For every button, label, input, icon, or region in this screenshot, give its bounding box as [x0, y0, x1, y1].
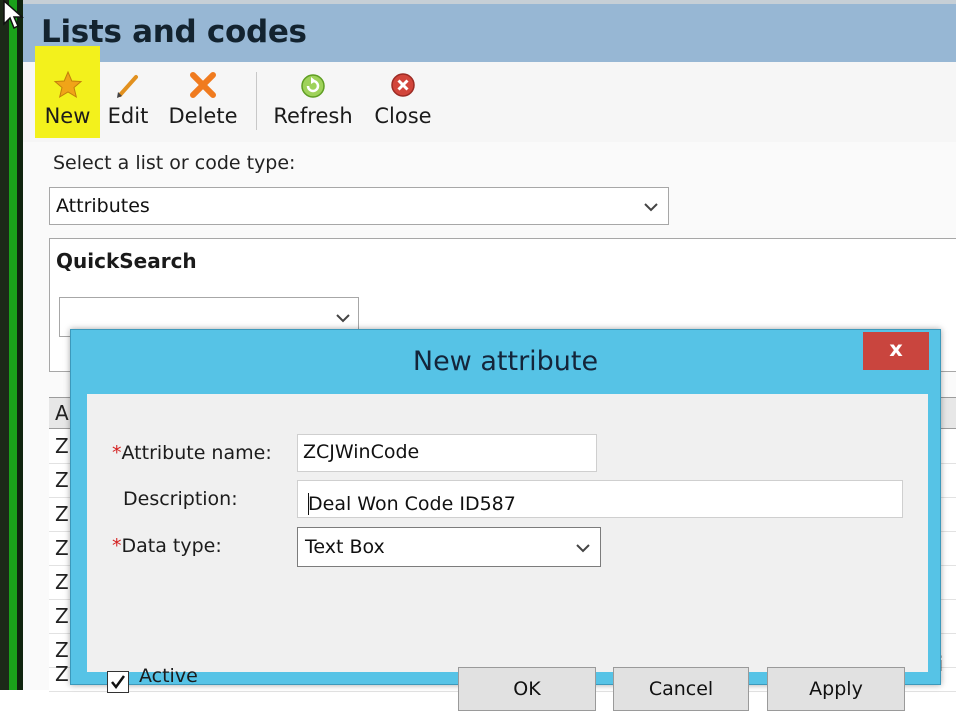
row-cell: Z: [55, 604, 69, 628]
chevron-down-icon: [336, 314, 350, 323]
new-attribute-dialog: New attribute x *Attribute name: ZCJWinC…: [70, 329, 941, 711]
grid-header-cell[interactable]: A: [55, 401, 69, 425]
window-left-accent: [9, 0, 17, 690]
apply-button-label: Apply: [809, 678, 863, 700]
cancel-button-label: Cancel: [648, 678, 714, 700]
cancel-button[interactable]: Cancel: [613, 667, 749, 711]
refresh-icon: [301, 74, 325, 98]
description-input[interactable]: Deal Won Code ID587: [297, 480, 903, 518]
chevron-down-icon: [576, 544, 590, 553]
list-type-label: Select a list or code type:: [53, 152, 296, 174]
delete-button[interactable]: Delete: [165, 70, 241, 130]
text-caret: [308, 493, 309, 515]
edit-button-label: Edit: [107, 104, 149, 128]
pencil-icon: [117, 75, 138, 98]
required-marker: *: [112, 442, 122, 464]
data-type-select[interactable]: Text Box: [297, 527, 601, 567]
active-label: Active: [139, 665, 198, 687]
attribute-name-value: ZCJWinCode: [303, 441, 420, 463]
star-icon: [53, 70, 82, 99]
dialog-close-button[interactable]: x: [863, 332, 929, 370]
window-header: Lists and codes: [23, 4, 956, 62]
refresh-button-label: Refresh: [273, 104, 353, 128]
dialog-body: *Attribute name: ZCJWinCode Description:…: [87, 394, 928, 711]
new-button-label: New: [44, 104, 91, 128]
close-button[interactable]: Close: [371, 70, 435, 130]
row-cell: Z: [55, 536, 69, 560]
description-value: Deal Won Code ID587: [308, 493, 516, 515]
toolbar: [23, 62, 956, 142]
list-type-value: Attributes: [56, 195, 150, 217]
ok-button[interactable]: OK: [458, 667, 596, 711]
attribute-name-label-text: Attribute name:: [121, 442, 272, 464]
close-icon: x: [889, 337, 903, 361]
close-circle-icon: [391, 73, 415, 97]
chevron-down-icon: [644, 203, 658, 212]
window-left-border: [0, 0, 9, 690]
required-marker: *: [112, 535, 122, 557]
data-type-label: *Data type:: [112, 535, 222, 557]
checkmark-icon: [111, 675, 126, 690]
description-label: Description:: [123, 488, 238, 510]
new-button[interactable]: New: [35, 70, 100, 130]
row-cell: Z: [55, 662, 69, 686]
page-title: Lists and codes: [41, 14, 307, 50]
list-type-select[interactable]: Attributes: [49, 187, 669, 225]
edit-button[interactable]: Edit: [105, 70, 151, 130]
row-cell: Z: [55, 570, 69, 594]
apply-button[interactable]: Apply: [767, 667, 905, 711]
attribute-name-label: *Attribute name:: [112, 442, 272, 464]
toolbar-separator: [256, 72, 257, 130]
quicksearch-title: QuickSearch: [56, 249, 197, 273]
close-button-label: Close: [374, 104, 432, 128]
ok-button-label: OK: [513, 678, 541, 700]
data-type-value: Text Box: [305, 536, 385, 558]
delete-x-icon: [190, 72, 216, 98]
row-cell: Z: [55, 502, 69, 526]
refresh-button[interactable]: Refresh: [269, 70, 357, 130]
row-cell: Z: [55, 468, 69, 492]
data-type-label-text: Data type:: [121, 535, 222, 557]
row-cell: Z: [55, 434, 69, 458]
delete-button-label: Delete: [168, 104, 238, 128]
mouse-cursor-icon: [3, 0, 24, 30]
attribute-name-input[interactable]: ZCJWinCode: [297, 434, 597, 472]
dialog-title: New attribute: [412, 346, 599, 377]
